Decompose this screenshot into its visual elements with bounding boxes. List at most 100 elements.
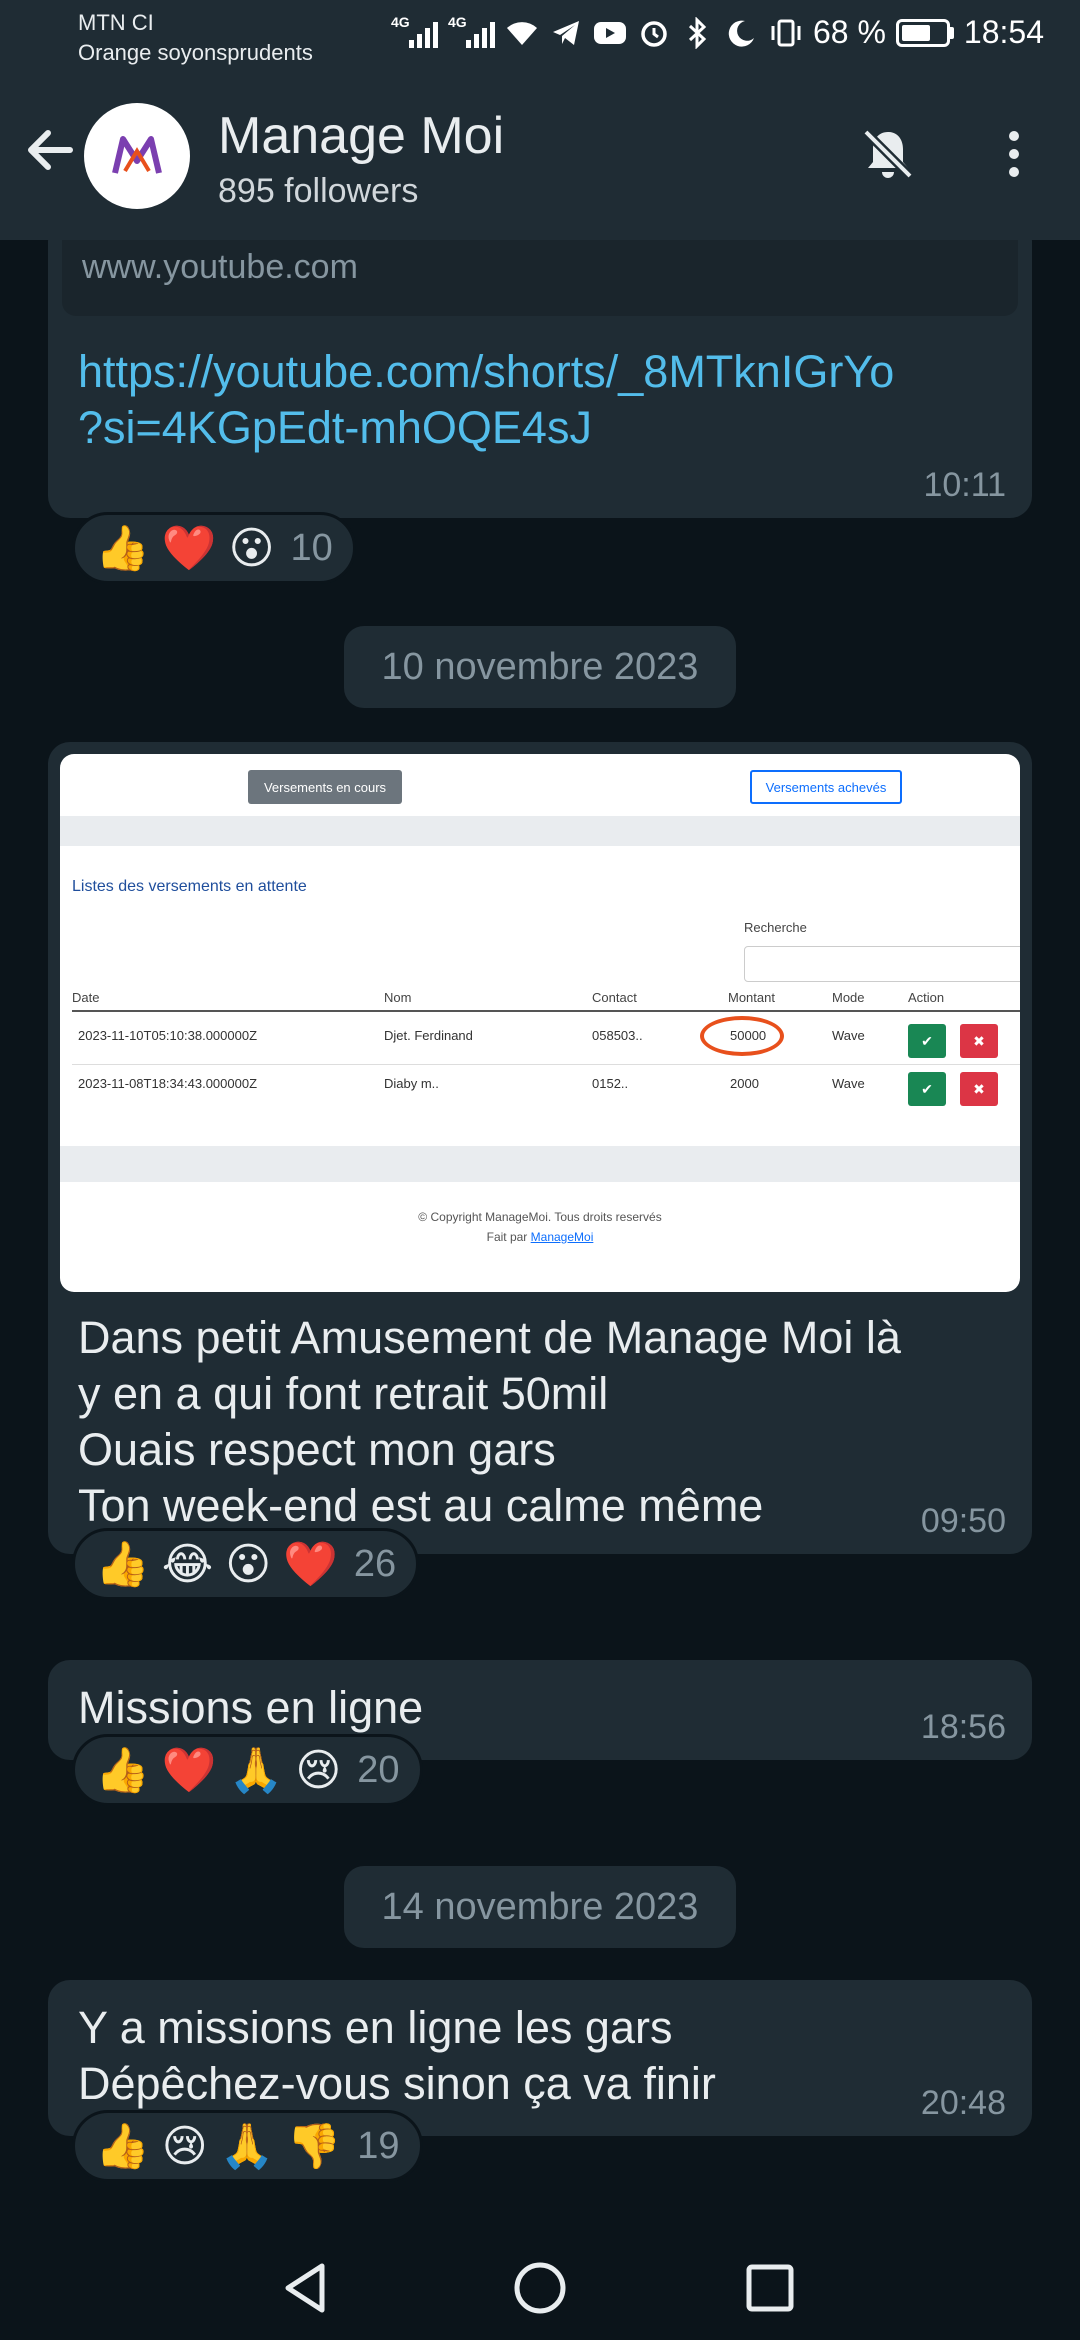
image-band	[60, 816, 1020, 846]
signal-1-icon: 4G	[391, 14, 438, 48]
image-reject-icon: ✖	[960, 1024, 998, 1058]
image-col-header: Contact	[592, 990, 637, 1005]
bell-off-icon[interactable]	[856, 122, 920, 186]
youtube-link[interactable]: https://youtube.com/shorts/_8MTknIGrYo ?…	[78, 344, 894, 456]
status-bar: MTN CI Orange soyonsprudents 4G 4G 68 % …	[0, 0, 1080, 70]
reaction-bar-3[interactable]: 👍 ❤️ 🙏 😢 20	[72, 1734, 423, 1806]
reaction-emoji: ❤️	[161, 1746, 217, 1795]
image-col-header: Montant	[728, 990, 775, 1005]
reaction-count: 10	[290, 526, 333, 569]
reaction-emoji: 👎	[286, 2122, 342, 2171]
reaction-emoji: 😮	[228, 523, 275, 573]
reaction-emoji: ❤️	[283, 1540, 338, 1589]
link-preview-site: www.youtube.com	[82, 248, 358, 286]
reaction-emoji: 😮	[225, 1539, 272, 1589]
image-cell: 058503..	[592, 1028, 643, 1043]
image-cell: Wave	[832, 1076, 865, 1091]
network-type-1: 4G	[390, 13, 410, 30]
reaction-emoji: 😢	[295, 1745, 342, 1795]
status-time: 18:54	[963, 14, 1044, 50]
youtube-icon	[593, 16, 627, 50]
reaction-emoji: 👍	[95, 1746, 150, 1795]
channel-title[interactable]: Manage Moi	[218, 106, 504, 166]
vibrate-icon	[769, 16, 803, 50]
carrier-info: MTN CI Orange soyonsprudents	[78, 8, 313, 68]
image-btn-done: Versements achevés	[750, 770, 902, 804]
chat-area[interactable]: www.youtube.com https://youtube.com/shor…	[0, 240, 1080, 2230]
nav-recents-icon[interactable]	[742, 2260, 798, 2316]
system-nav-bar	[0, 2230, 1080, 2340]
battery-percent: 68 %	[812, 14, 886, 50]
reaction-emoji: 👍	[95, 2122, 150, 2171]
image-reject-icon: ✖	[960, 1072, 998, 1106]
message-bubble-2[interactable]: Versements en cours Versements achevés L…	[48, 742, 1032, 1554]
link-preview[interactable]: www.youtube.com	[62, 240, 1018, 316]
image-fait-par: Fait par ManageMoi	[60, 1230, 1020, 1244]
reaction-emoji: 😢	[161, 2121, 208, 2171]
battery-icon	[895, 18, 954, 47]
reaction-bar-4[interactable]: 👍 😢 🙏 👎 19	[72, 2110, 423, 2182]
image-col-header: Nom	[384, 990, 412, 1005]
message-time: 09:50	[920, 1502, 1006, 1540]
telegram-icon	[549, 16, 583, 50]
channel-followers: 895 followers	[218, 172, 419, 210]
message-line: Dans petit Amusement de Manage Moi là	[78, 1312, 901, 1363]
signal-2-icon: 4G	[448, 14, 495, 48]
image-cell: Diaby m..	[384, 1076, 439, 1091]
image-cell: 2023-11-10T05:10:38.000000Z	[78, 1028, 258, 1043]
image-fait-par-link: ManageMoi	[530, 1230, 594, 1244]
alarm-icon	[637, 16, 671, 50]
arrow-left-icon[interactable]	[20, 120, 80, 180]
message-line: Ouais respect mon gars	[78, 1424, 556, 1475]
reaction-emoji: 🙏	[219, 2122, 275, 2171]
reaction-bar-1[interactable]: 👍 ❤️ 😮 10	[72, 512, 356, 584]
nav-back-icon[interactable]	[278, 2260, 334, 2316]
channel-avatar[interactable]	[84, 103, 190, 209]
nav-home-icon[interactable]	[512, 2260, 568, 2316]
carrier-1: MTN CI	[78, 10, 154, 35]
reaction-bar-2[interactable]: 👍 😂 😮 ❤️ 26	[72, 1528, 420, 1600]
image-search-label: Recherche	[744, 920, 807, 935]
message-line: y en a qui font retrait 50mil	[78, 1368, 609, 1419]
message-time: 18:56	[920, 1708, 1006, 1746]
image-cell: Wave	[832, 1028, 865, 1043]
image-col-header: Date	[72, 990, 100, 1005]
message-line: Y a missions en ligne les gars	[78, 2002, 673, 2053]
managemoi-logo-icon	[112, 136, 162, 174]
image-cell: 0152..	[592, 1076, 629, 1091]
image-search-input	[744, 946, 1020, 982]
youtube-link-line-1[interactable]: https://youtube.com/shorts/_8MTknIGrYo	[78, 344, 894, 400]
image-col-header: Mode	[832, 990, 865, 1005]
message-text: Dans petit Amusement de Manage Moi là y …	[78, 1310, 901, 1534]
reaction-count: 19	[357, 2124, 400, 2167]
reaction-count: 26	[353, 1542, 397, 1585]
image-header-line	[72, 1010, 1020, 1012]
wifi-icon	[505, 16, 539, 50]
bluetooth-icon	[681, 16, 715, 50]
post-image[interactable]: Versements en cours Versements achevés L…	[60, 754, 1020, 1292]
image-cell: 2023-11-08T18:34:43.000000Z	[78, 1076, 258, 1091]
image-approve-icon: ✔	[908, 1072, 946, 1106]
image-btn-current: Versements en cours	[248, 770, 402, 804]
image-list-title: Listes des versements en attente	[72, 878, 307, 895]
youtube-link-line-2[interactable]: ?si=4KGpEdt-mhOQE4sJ	[78, 400, 894, 456]
status-icons: 4G 4G 68 % 18:54	[391, 14, 1044, 51]
message-time: 20:48	[920, 2084, 1006, 2122]
message-line: Ton week-end est au calme même	[78, 1480, 764, 1531]
channel-header: Manage Moi 895 followers	[0, 70, 1080, 240]
date-separator: 14 novembre 2023	[344, 1866, 736, 1948]
network-type-2: 4G	[447, 13, 467, 30]
more-vert-icon[interactable]	[996, 122, 1032, 186]
message-line: Dépêchez-vous sinon ça va finir	[78, 2058, 716, 2109]
message-text: Missions en ligne	[78, 1682, 424, 1733]
reaction-emoji: 👍	[95, 524, 150, 573]
reaction-emoji: 😂	[161, 1539, 214, 1589]
image-col-header: Action	[908, 990, 945, 1005]
image-cell: Djet. Ferdinand	[384, 1028, 473, 1043]
image-approve-icon: ✔	[908, 1024, 946, 1058]
message-bubble-1[interactable]: www.youtube.com https://youtube.com/shor…	[48, 240, 1032, 518]
image-fait-par-label: Fait par	[486, 1230, 528, 1244]
image-cell: 2000	[730, 1076, 759, 1091]
image-row-line	[72, 1064, 1020, 1065]
image-band-2	[60, 1146, 1020, 1182]
